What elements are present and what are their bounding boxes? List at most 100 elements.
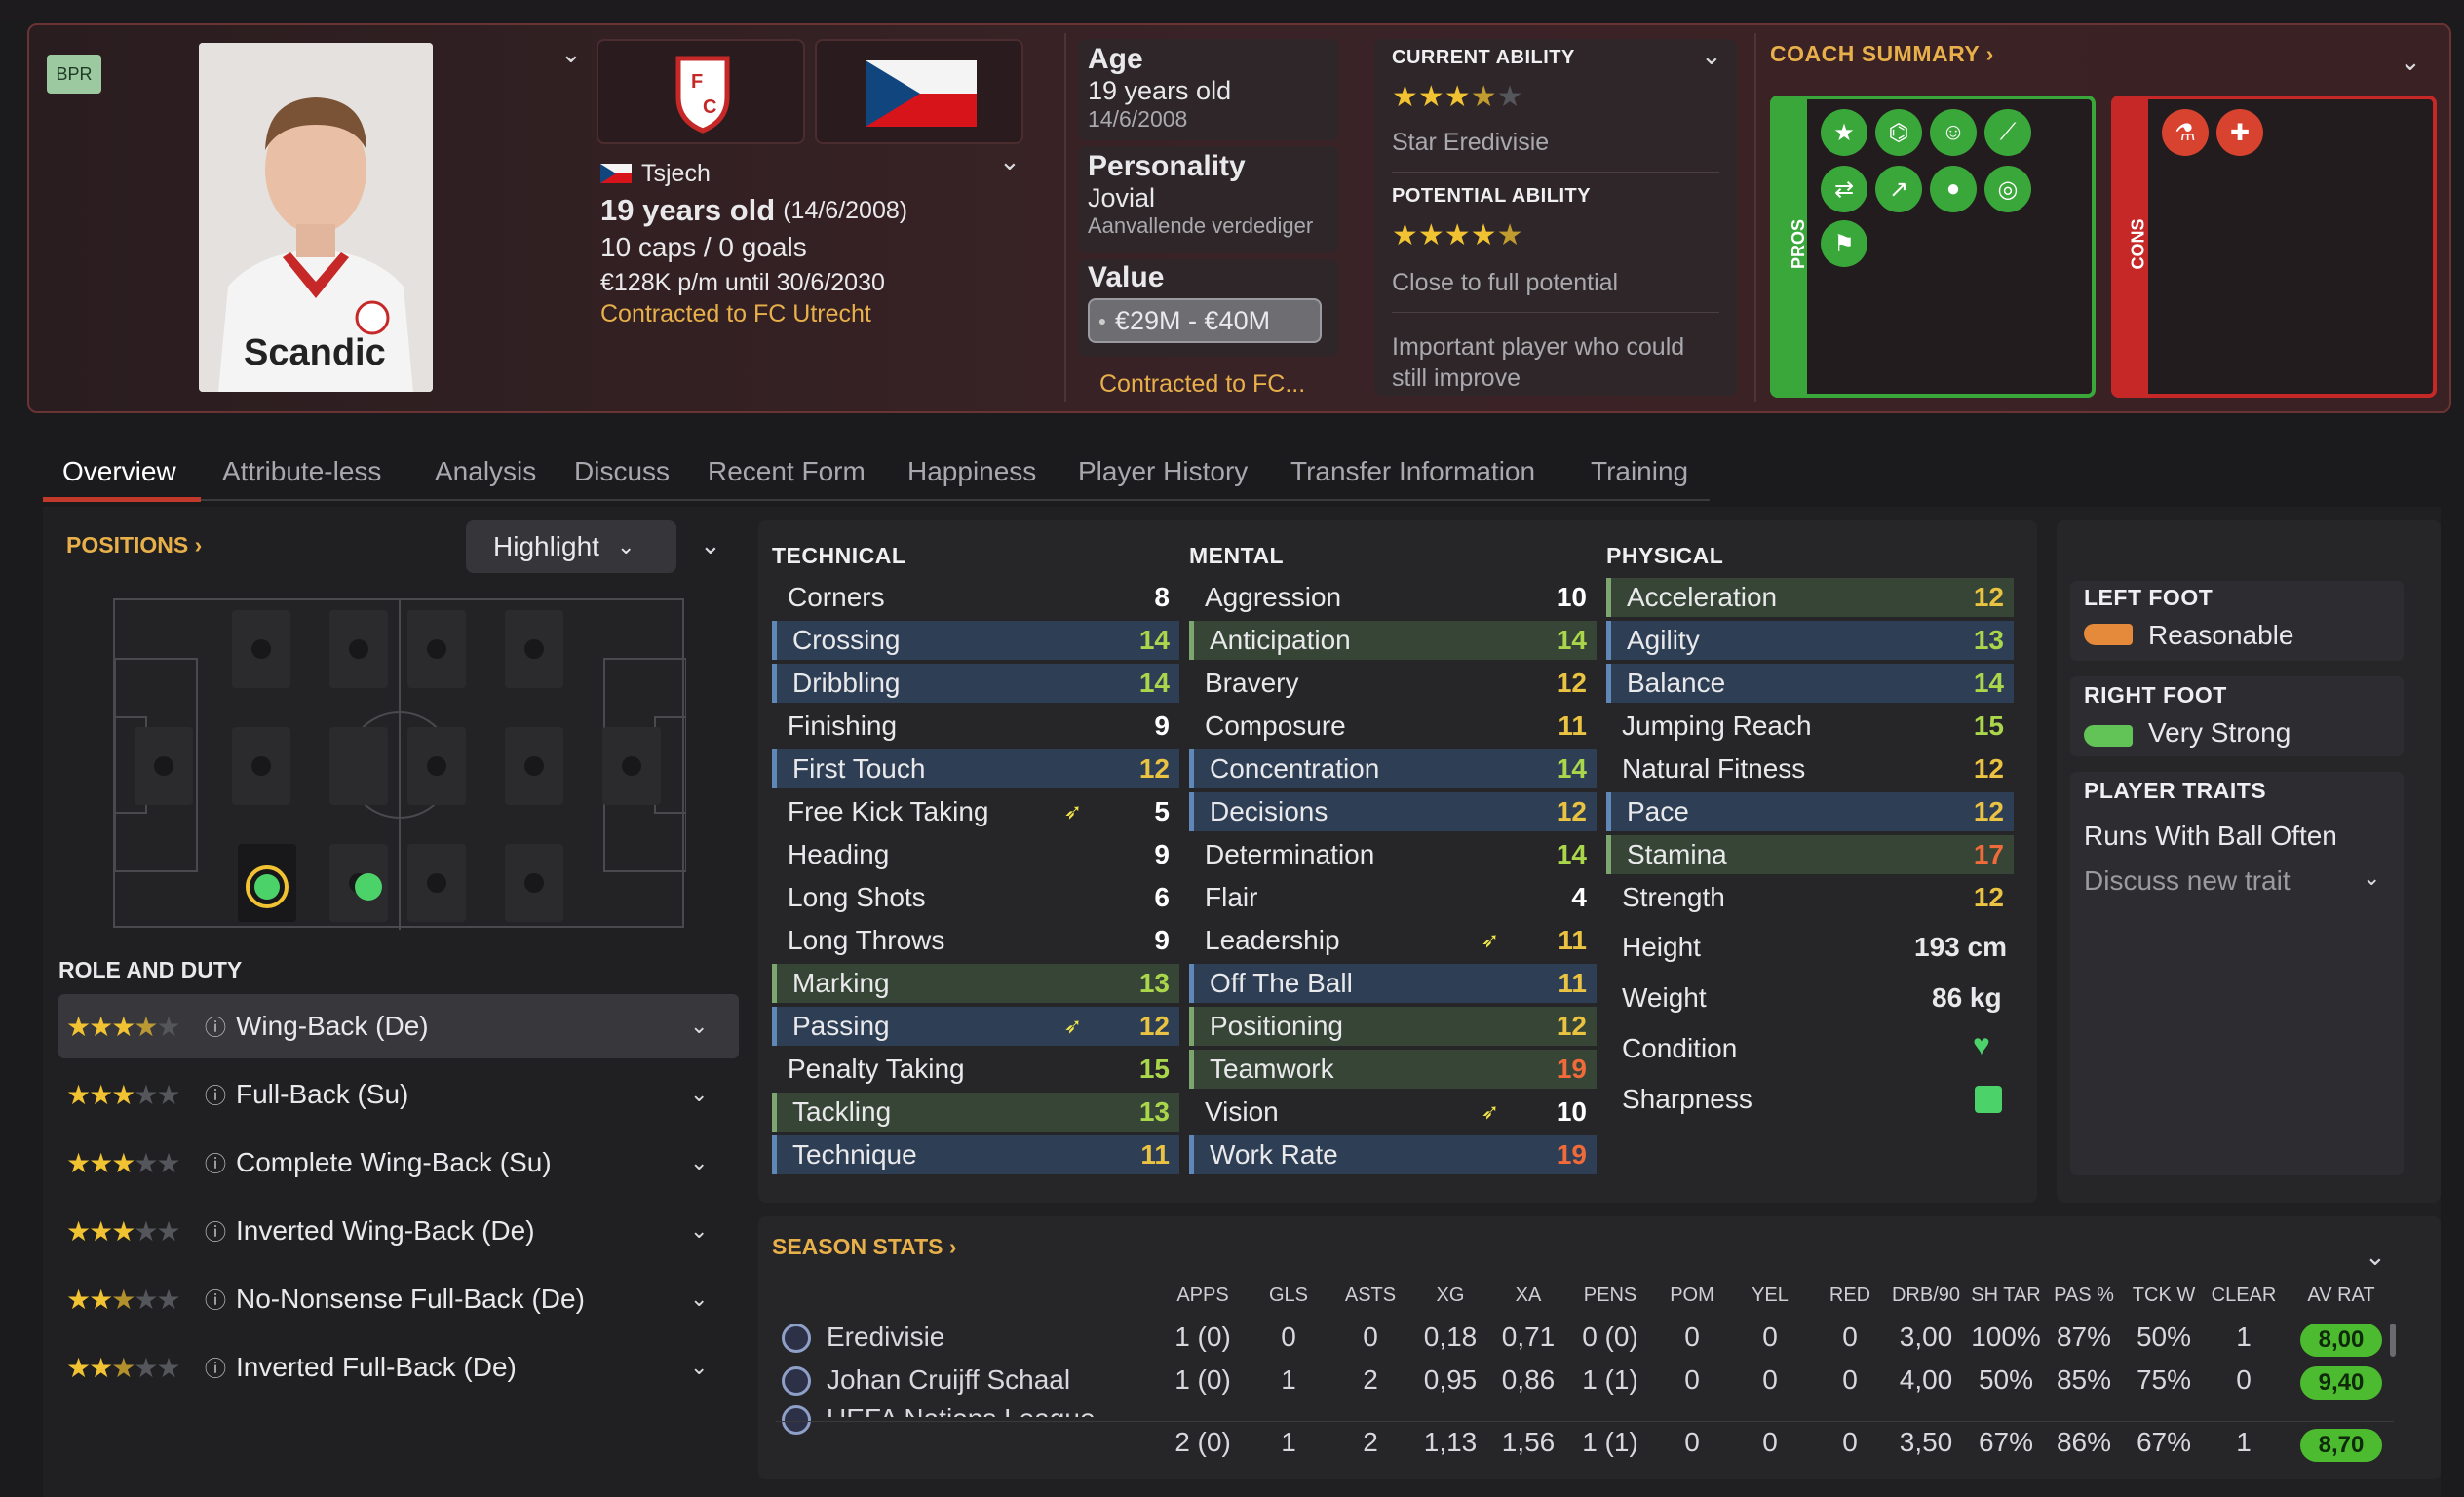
attribute-row[interactable]: Tackling 13 xyxy=(772,1093,1179,1132)
role-row[interactable]: ★★★★★ ⓘ Inverted Wing-Back (De) ⌄ xyxy=(58,1199,739,1263)
attribute-row[interactable]: Positioning 12 xyxy=(1189,1007,1597,1046)
season-stats-link[interactable]: SEASON STATS › xyxy=(772,1234,957,1260)
contract-short[interactable]: Contracted to FC... xyxy=(1099,370,1305,399)
attribute-row[interactable]: Stamina 17 xyxy=(1606,835,2014,874)
role-row[interactable]: ★★★★★ ⓘ Inverted Full-Back (De) ⌄ xyxy=(58,1335,739,1400)
brain-icon[interactable]: ⌬ xyxy=(1875,109,1922,156)
flask-icon[interactable]: ⚗ xyxy=(2162,109,2209,156)
ball-icon[interactable]: ⟋ xyxy=(1984,109,2031,156)
coach-summary-link[interactable]: COACH SUMMARY › xyxy=(1770,41,1994,67)
info-icon[interactable]: ⓘ xyxy=(205,1215,236,1247)
chevron-down-icon[interactable]: ⌄ xyxy=(690,1082,739,1107)
chevron-down-icon[interactable]: ⌄ xyxy=(690,1218,739,1244)
attribute-row[interactable]: Decisions 12 xyxy=(1189,792,1597,831)
role-row[interactable]: ★★★★★ ⓘ Wing-Back (De) ⌄ xyxy=(58,994,739,1058)
attribute-row[interactable]: Long Throws 9 xyxy=(772,921,1179,960)
chevron-down-icon[interactable]: ⌄ xyxy=(700,532,721,557)
positions-link[interactable]: POSITIONS › xyxy=(66,532,202,558)
role-row[interactable]: ★★★★★ ⓘ Full-Back (Su) ⌄ xyxy=(58,1062,739,1127)
chevron-down-icon[interactable]: ⌄ xyxy=(690,1286,739,1312)
chevron-down-icon[interactable]: ⌄ xyxy=(2400,49,2421,74)
attribute-row[interactable]: Corners 8 xyxy=(772,578,1179,617)
target-icon[interactable]: ◎ xyxy=(1984,166,2031,212)
attribute-row[interactable]: Composure 11 xyxy=(1189,707,1597,746)
flag-icon[interactable]: ⚑ xyxy=(1821,220,1867,267)
tab-player-history[interactable]: Player History xyxy=(1078,456,1248,487)
tab-recent-form[interactable]: Recent Form xyxy=(708,456,866,487)
role-row[interactable]: ★★★★★ ⓘ Complete Wing-Back (Su) ⌄ xyxy=(58,1131,739,1195)
info-icon[interactable]: ⓘ xyxy=(205,1011,236,1042)
club-crest-tile[interactable]: F C xyxy=(597,39,805,144)
season-col-header[interactable]: APPS xyxy=(1154,1285,1251,1307)
tab-training[interactable]: Training xyxy=(1591,456,1688,487)
tab-overview[interactable]: Overview xyxy=(62,456,176,487)
attribute-row[interactable]: Long Shots 6 xyxy=(772,878,1179,917)
star-icon[interactable]: ★ xyxy=(1821,109,1867,156)
attribute-row[interactable]: Passing ➶ 12 xyxy=(772,1007,1179,1046)
attribute-row[interactable]: Concentration 14 xyxy=(1189,749,1597,788)
tab-discuss[interactable]: Discuss xyxy=(574,456,670,487)
attribute-row[interactable]: Penalty Taking 15 xyxy=(772,1050,1179,1089)
team-icon[interactable]: ☺ xyxy=(1930,109,1977,156)
attribute-row[interactable]: Crossing 14 xyxy=(772,621,1179,660)
info-icon[interactable]: ⓘ xyxy=(205,1079,236,1110)
highlight-dropdown[interactable]: Highlight ⌄ xyxy=(466,520,676,573)
scrollbar[interactable] xyxy=(2390,1324,2396,1357)
attribute-row[interactable]: First Touch 12 xyxy=(772,749,1179,788)
attribute-row[interactable]: Balance 14 xyxy=(1606,664,2014,703)
info-icon[interactable]: ⓘ xyxy=(205,1147,236,1178)
competition-name[interactable]: Eredivisie xyxy=(827,1322,944,1353)
info-icon[interactable]: ⓘ xyxy=(205,1284,236,1315)
attribute-row[interactable]: Natural Fitness 12 xyxy=(1606,749,2014,788)
attribute-row[interactable]: Leadership ➶ 11 xyxy=(1189,921,1597,960)
handshake-icon[interactable]: ⇄ xyxy=(1821,166,1867,212)
attribute-row[interactable]: Strength 12 xyxy=(1606,878,2014,917)
svg-text:F: F xyxy=(691,71,703,93)
chevron-down-icon[interactable]: ⌄ xyxy=(690,1150,739,1175)
attribute-row[interactable]: Anticipation 14 xyxy=(1189,621,1597,660)
attribute-row[interactable]: Off The Ball 11 xyxy=(1189,964,1597,1003)
attribute-row[interactable]: Agility 13 xyxy=(1606,621,2014,660)
attribute-row[interactable]: Aggression 10 xyxy=(1189,578,1597,617)
chevron-down-icon[interactable]: ⌄ xyxy=(690,1355,739,1380)
info-icon[interactable]: ⓘ xyxy=(205,1352,236,1383)
attribute-row[interactable]: Work Rate 19 xyxy=(1189,1135,1597,1174)
tab-attribute-less[interactable]: Attribute-less xyxy=(222,456,381,487)
injury-icon[interactable]: ✚ xyxy=(2216,109,2263,156)
attribute-row[interactable]: Jumping Reach 15 xyxy=(1606,707,2014,746)
attribute-row[interactable]: Teamwork 19 xyxy=(1189,1050,1597,1089)
attribute-row[interactable]: Finishing 9 xyxy=(772,707,1179,746)
head-icon[interactable]: ● xyxy=(1930,166,1977,212)
chevron-down-icon[interactable]: ⌄ xyxy=(999,148,1020,173)
attribute-row[interactable]: Marking 13 xyxy=(772,964,1179,1003)
attribute-row[interactable]: Heading 9 xyxy=(772,835,1179,874)
attribute-row[interactable]: Acceleration 12 xyxy=(1606,578,2014,617)
attribute-row[interactable]: Pace 12 xyxy=(1606,792,2014,831)
chevron-down-icon[interactable]: ⌄ xyxy=(1701,43,1722,68)
season-col-header[interactable]: AV RAT xyxy=(2292,1285,2390,1307)
competition-name[interactable]: Johan Cruijff Schaal xyxy=(827,1364,1070,1396)
attribute-row[interactable]: Vision ➶ 10 xyxy=(1189,1093,1597,1132)
value-range-button[interactable]: ● €29M - €40M xyxy=(1088,298,1322,343)
season-col-header[interactable]: CLEAR xyxy=(2195,1285,2292,1307)
role-row[interactable]: ★★★★★ ⓘ No-Nonsense Full-Back (De) ⌄ xyxy=(58,1267,739,1331)
trend-icon[interactable]: ↗ xyxy=(1875,166,1922,212)
chevron-down-icon[interactable]: ⌄ xyxy=(690,1014,739,1039)
discuss-new-trait[interactable]: Discuss new trait xyxy=(2084,865,2291,897)
attribute-row[interactable]: Technique 11 xyxy=(772,1135,1179,1174)
tab-transfer-information[interactable]: Transfer Information xyxy=(1290,456,1535,487)
attribute-row[interactable]: Dribbling 14 xyxy=(772,664,1179,703)
competition-name[interactable]: UEFA Nations League xyxy=(827,1403,1096,1417)
chevron-down-icon[interactable]: ⌄ xyxy=(2365,1244,2386,1269)
attribute-row[interactable]: Determination 14 xyxy=(1189,835,1597,874)
value-label: Value xyxy=(1088,261,1165,293)
chevron-down-icon[interactable]: ⌄ xyxy=(560,41,582,66)
nation-flag-tile[interactable] xyxy=(815,39,1023,144)
tab-analysis[interactable]: Analysis xyxy=(435,456,536,487)
contract-info[interactable]: Contracted to FC Utrecht xyxy=(600,300,1039,331)
attribute-row[interactable]: Bravery 12 xyxy=(1189,664,1597,703)
attribute-row[interactable]: Flair 4 xyxy=(1189,878,1597,917)
chevron-down-icon[interactable]: ⌄ xyxy=(2363,865,2380,891)
attribute-row[interactable]: Free Kick Taking ➶ 5 xyxy=(772,792,1179,831)
tab-happiness[interactable]: Happiness xyxy=(907,456,1036,487)
